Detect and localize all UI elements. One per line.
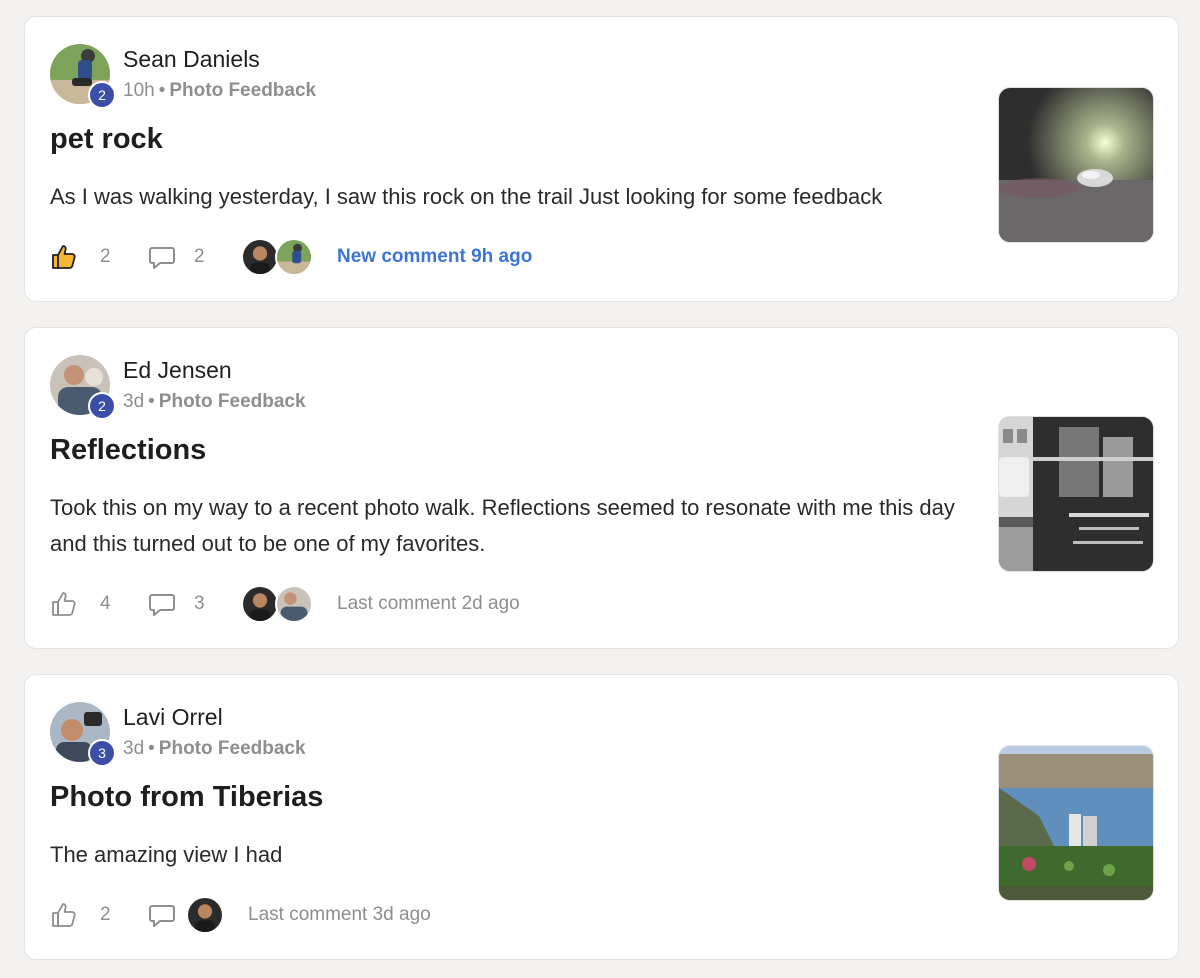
comment-button[interactable]: 2 — [148, 243, 241, 271]
level-badge: 3 — [88, 739, 116, 767]
post-category[interactable]: Photo Feedback — [159, 738, 306, 759]
like-count: 4 — [100, 593, 111, 614]
speech-bubble-icon — [149, 247, 175, 269]
post-time: 10h — [123, 80, 155, 101]
post-category[interactable]: Photo Feedback — [169, 80, 316, 101]
post-title[interactable]: pet rock — [50, 123, 163, 156]
post-body: Took this on my way to a recent photo wa… — [50, 495, 955, 556]
thumbs-up-icon — [52, 245, 76, 269]
commenter-avatar[interactable] — [275, 238, 313, 276]
author-name[interactable]: Lavi Orrel — [123, 704, 223, 731]
post-meta: 3d • Photo Feedback — [123, 391, 306, 413]
post-time: 3d — [123, 391, 145, 412]
post-meta: 3d • Photo Feedback — [123, 738, 306, 760]
speech-bubble-icon — [149, 594, 175, 616]
last-comment-link[interactable]: New comment 9h ago — [337, 246, 532, 268]
post-footer: 2 2 New comment 9h ago — [50, 237, 532, 277]
author-avatar[interactable]: 3 — [50, 702, 116, 767]
commenter-avatar[interactable] — [186, 896, 224, 934]
commenter-avatars[interactable] — [241, 238, 313, 276]
post-body: As I was walking yesterday, I saw this r… — [50, 184, 883, 209]
comment-count: 2 — [194, 246, 205, 267]
meta-separator: • — [158, 80, 166, 101]
level-badge: 2 — [88, 81, 116, 109]
post-title[interactable]: Reflections — [50, 434, 206, 467]
post-body: The amazing view I had — [50, 842, 283, 867]
comment-button[interactable]: 3 — [148, 590, 241, 618]
meta-separator: • — [148, 391, 155, 412]
tiberias-photo — [999, 746, 1153, 900]
author-avatar[interactable]: 2 — [50, 44, 116, 109]
commenter-avatars[interactable] — [241, 585, 313, 623]
like-button[interactable]: 4 — [50, 590, 148, 618]
post-footer: 2 1 Last comment 3d ago — [50, 895, 431, 935]
thumbs-up-icon — [52, 592, 76, 616]
commenter-avatar[interactable] — [275, 585, 313, 623]
author-avatar[interactable]: 2 — [50, 355, 116, 420]
speech-bubble-icon — [149, 905, 175, 927]
post-thumbnail[interactable] — [998, 416, 1154, 572]
reflection-photo — [999, 417, 1153, 571]
author-name[interactable]: Ed Jensen — [123, 357, 232, 384]
commenter-avatar[interactable] — [241, 238, 279, 276]
commenter-avatars[interactable] — [186, 896, 224, 934]
post-meta: 10h • Photo Feedback — [123, 80, 316, 102]
post-thumbnail[interactable] — [998, 87, 1154, 243]
post-title[interactable]: Photo from Tiberias — [50, 781, 323, 814]
like-button[interactable]: 2 — [50, 243, 148, 271]
post-category[interactable]: Photo Feedback — [159, 391, 306, 412]
author-name[interactable]: Sean Daniels — [123, 46, 260, 73]
meta-separator: • — [148, 738, 155, 759]
thumbs-up-icon — [52, 903, 76, 927]
last-comment-link[interactable]: Last comment 2d ago — [337, 593, 520, 615]
post-card[interactable]: 3 Lavi Orrel 3d • Photo Feedback Photo fro… — [24, 674, 1179, 960]
post-card[interactable]: 2 Ed Jensen 3d • Photo Feedback Reflection… — [24, 327, 1179, 649]
post-footer: 4 3 Last comment 2d ago — [50, 584, 520, 624]
level-badge: 2 — [88, 392, 116, 420]
last-comment-link[interactable]: Last comment 3d ago — [248, 904, 431, 926]
rock-photo — [999, 88, 1153, 242]
like-count: 2 — [100, 904, 111, 925]
commenter-avatar[interactable] — [241, 585, 279, 623]
post-thumbnail[interactable] — [998, 745, 1154, 901]
like-button[interactable]: 2 — [50, 901, 148, 929]
like-count: 2 — [100, 246, 111, 267]
post-card[interactable]: 2 Sean Daniels 10h • Photo Feedback pet ro… — [24, 16, 1179, 302]
comment-count: 3 — [194, 593, 205, 614]
post-time: 3d — [123, 738, 145, 759]
